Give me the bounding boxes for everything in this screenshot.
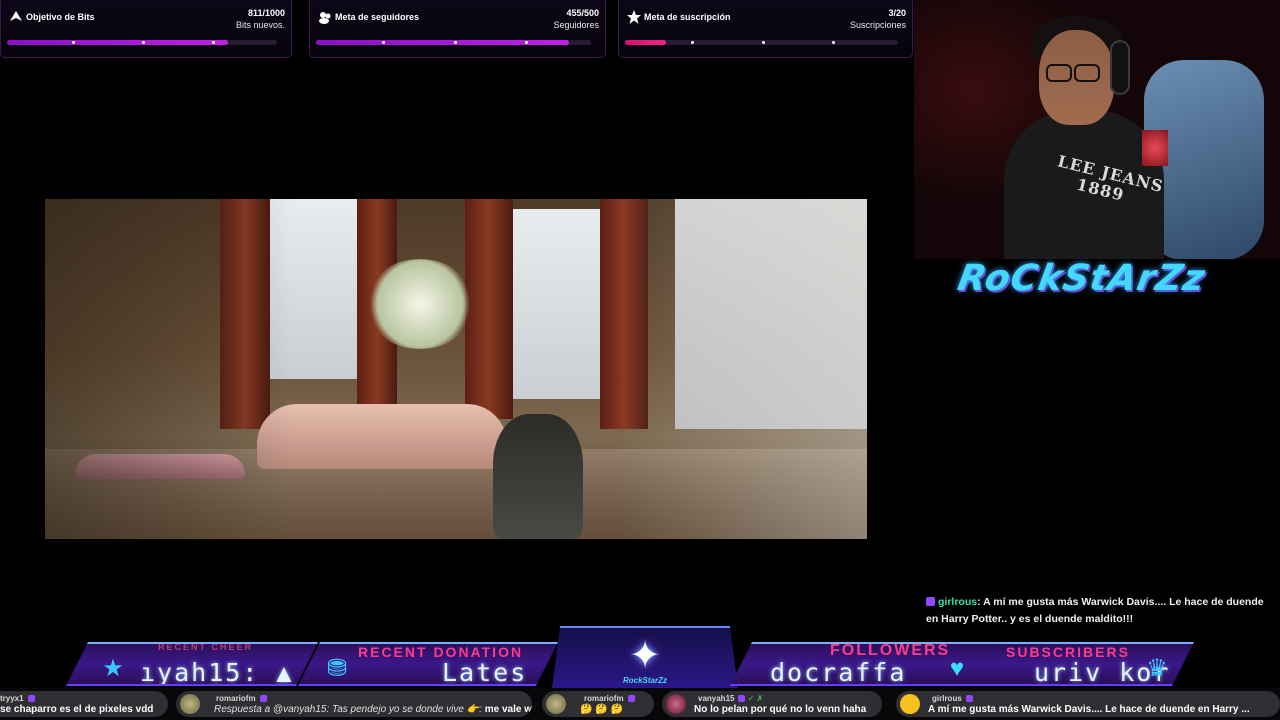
center-logo-text: RockStarZz xyxy=(622,676,667,685)
ticker-username: vanyah15 xyxy=(698,694,735,703)
followers-value: docraffa xyxy=(770,658,907,686)
ticker-message: 🤔 🤔 🤔 xyxy=(580,704,623,715)
ticker-item: romariofm Respuesta a @vanyah15: Tas pen… xyxy=(176,691,532,717)
recent-cheer-panel: RECENT CHEER ★ ıyah15: ▲ 1 xyxy=(66,642,318,686)
ticker-message: me vale wey xyxy=(484,704,532,715)
followers-goal-title: Meta de seguidores xyxy=(335,12,420,22)
bits-goal-count: 811/1000 Bits nuevos. xyxy=(235,8,285,30)
ticker-username: girlrous xyxy=(932,694,962,703)
subscription-goal-title: Meta de suscripción xyxy=(644,12,731,22)
subscription-goal-progress xyxy=(625,40,898,45)
ticker-message: No lo pelan por qué no lo venn haha xyxy=(694,704,867,715)
ticker-message: se chaparro es el de pixeles vdd xyxy=(0,704,154,715)
avatar xyxy=(900,694,920,714)
badge-icons: ✓ ✗ xyxy=(747,694,764,703)
subscription-goal-widget: Meta de suscripción 3/20 Suscripciones xyxy=(618,0,913,58)
recent-cheer-title: RECENT CHEER xyxy=(158,642,254,652)
trophy-icon: ♛ xyxy=(1146,655,1168,682)
ticker-reply: Respuesta a @vanyah15: Tas pendejo yo se… xyxy=(214,704,482,715)
avatar xyxy=(180,694,200,714)
ticker-item: tryyx1 se chaparro es el de pixeles vdd xyxy=(0,691,168,717)
ticker-item: vanyah15 ✓ ✗ No lo pelan por qué no lo v… xyxy=(662,691,882,717)
recent-donation-panel: RECENT DONATION ⛃ Lates xyxy=(298,642,558,686)
subscription-star-icon xyxy=(627,10,641,24)
chat-username[interactable]: girlrous xyxy=(938,596,977,608)
chat-ticker: tryyx1 se chaparro es el de pixeles vdd … xyxy=(0,688,1280,720)
bits-goal-widget: Objetivo de Bits 811/1000 Bits nuevos. xyxy=(0,0,292,58)
chat-badge-icon xyxy=(926,597,935,606)
bits-goal-progress xyxy=(7,40,277,45)
ticker-username: tryyx1 xyxy=(0,694,24,703)
video-player[interactable] xyxy=(45,199,867,539)
subscribers-panel: SUBSCRIBERS uriv kor ♛ xyxy=(972,642,1194,686)
subscription-goal-count: 3/20 Suscripciones xyxy=(849,8,906,30)
ticker-username: romariofm xyxy=(584,694,624,703)
badge-icon xyxy=(627,695,635,702)
bits-goal-title: Objetivo de Bits xyxy=(26,12,95,22)
badge-icon xyxy=(27,695,35,702)
followers-icon xyxy=(319,12,331,24)
ticker-message: A mí me gusta más Warwick Davis.... Le h… xyxy=(928,704,1250,715)
avatar xyxy=(546,694,566,714)
recent-donation-value: Lates xyxy=(442,658,528,686)
bits-icon xyxy=(10,11,22,21)
streamer-logo: RoCkStArZz xyxy=(954,258,1209,299)
chat-text: : A mí me gusta más Warwick Davis.... Le… xyxy=(926,596,1264,625)
badge-icon xyxy=(738,695,746,702)
followers-goal-progress xyxy=(316,40,591,45)
followers-goal-count: 455/500 Seguidores xyxy=(553,8,599,30)
money-icon: ⛃ xyxy=(326,655,348,682)
center-logo: ✦ RockStarZz xyxy=(552,626,738,688)
followers-goal-widget: Meta de seguidores 455/500 Seguidores xyxy=(309,0,606,58)
webcam-feed: LEE JEANS 1889 xyxy=(914,0,1280,259)
badge-icon xyxy=(965,695,973,702)
star-icon: ★ xyxy=(102,655,124,682)
heart-icon: ♥ xyxy=(949,655,965,682)
followers-panel: FOLLOWERS docraffa ♥ xyxy=(730,642,998,686)
recent-cheer-value: ıyah15: ▲ 1 xyxy=(140,658,318,686)
badge-icon xyxy=(259,695,267,702)
ticker-item: romariofm 🤔 🤔 🤔 xyxy=(542,691,654,717)
ticker-username: romariofm xyxy=(216,694,256,703)
avatar xyxy=(666,694,686,714)
star-logo-icon: ✦ xyxy=(629,635,661,677)
ticker-item: girlrous A mí me gusta más Warwick Davis… xyxy=(896,691,1280,717)
alert-bar: RECENT CHEER ★ ıyah15: ▲ 1 RECENT DONATI… xyxy=(0,626,1280,688)
chat-message: girlrous: A mí me gusta más Warwick Davi… xyxy=(926,594,1274,628)
